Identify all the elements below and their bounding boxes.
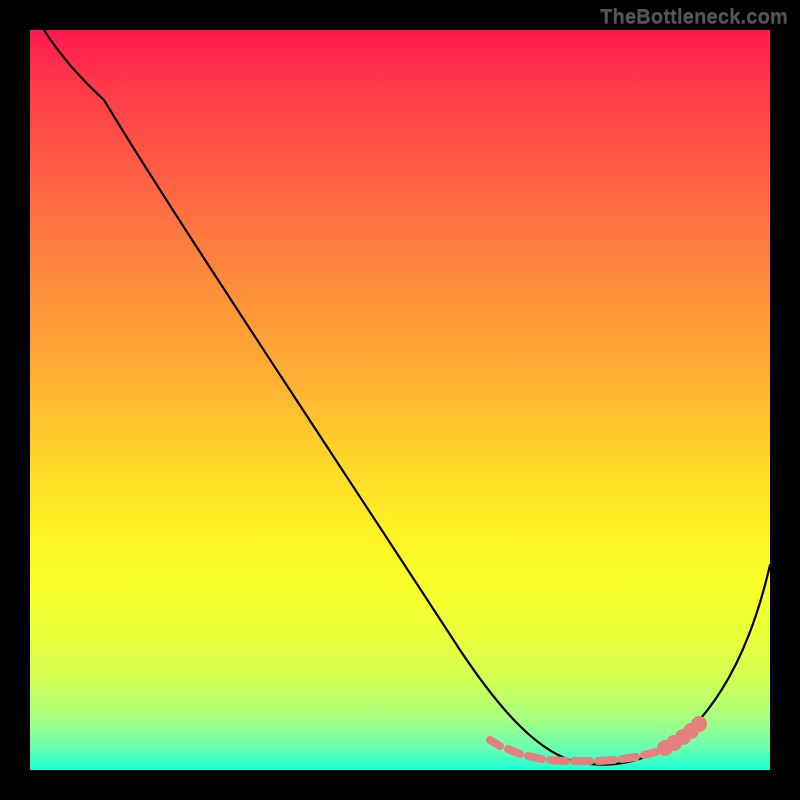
- watermark-text: TheBottleneck.com: [600, 6, 788, 29]
- bottleneck-curve: [44, 30, 770, 765]
- plot-area: [30, 30, 770, 770]
- chart-frame: TheBottleneck.com: [0, 0, 800, 800]
- curve-layer: [30, 30, 770, 770]
- min-band-markers: [490, 720, 703, 761]
